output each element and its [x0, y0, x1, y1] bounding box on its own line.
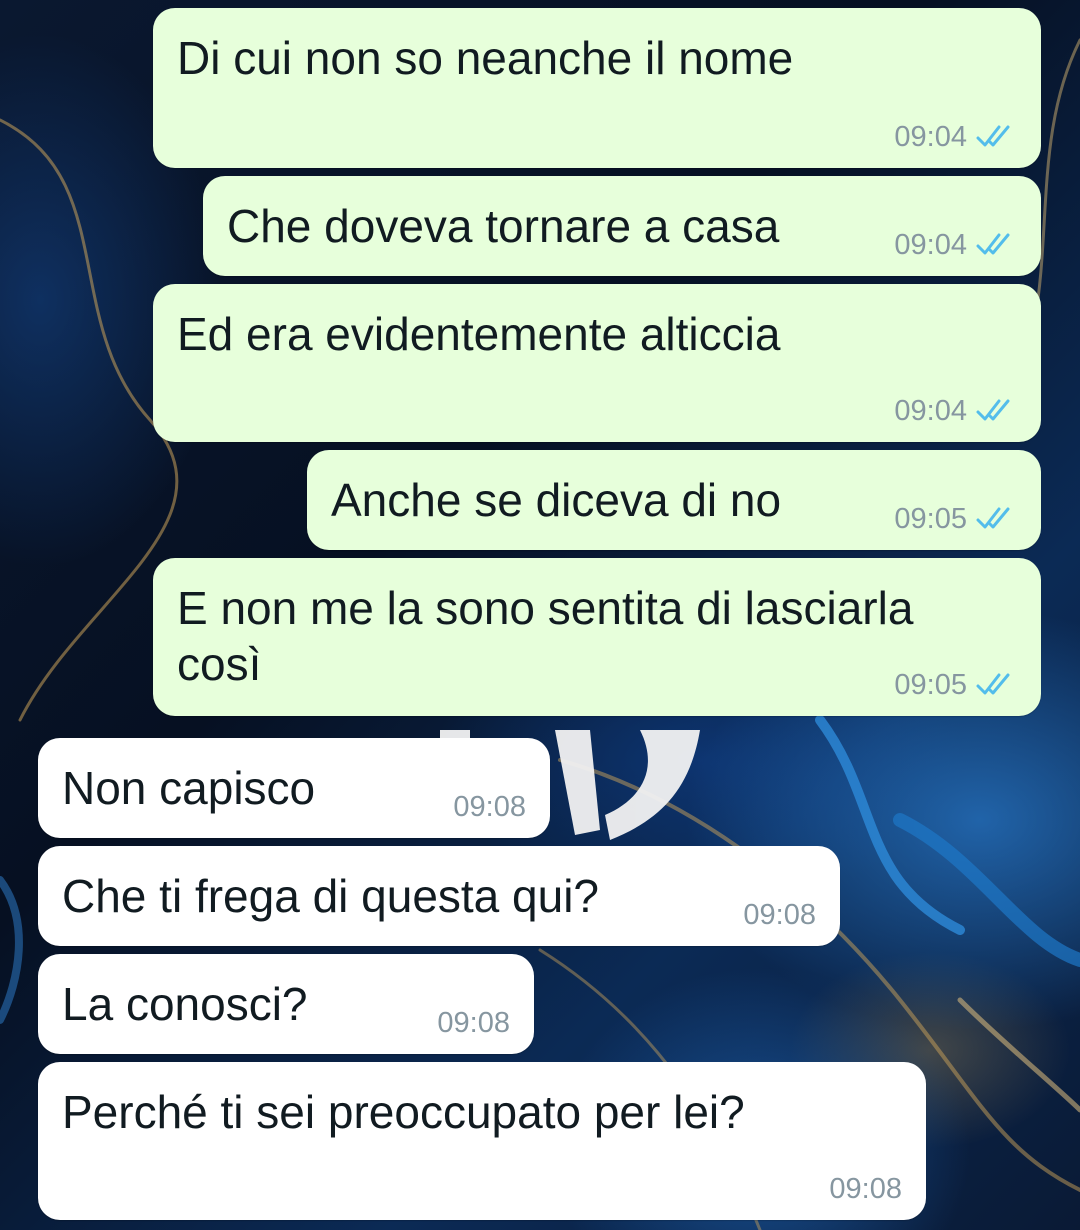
message-meta: 09:08	[743, 898, 816, 932]
double-check-icon	[976, 507, 1010, 529]
message-timestamp: 09:04	[894, 395, 967, 427]
message-meta: 09:08	[829, 1172, 902, 1206]
outgoing-message-bubble[interactable]: Anche se diceva di no 09:05	[307, 450, 1041, 550]
message-timestamp: 09:05	[894, 503, 967, 535]
outgoing-message-bubble[interactable]: Di cui non so neanche il nome 09:04	[153, 8, 1041, 168]
message-timestamp: 09:05	[894, 669, 967, 701]
incoming-message-bubble[interactable]: Non capisco 09:08	[38, 738, 550, 838]
message-text: La conosci?	[62, 978, 308, 1030]
message-text: Non capisco	[62, 762, 316, 814]
message-meta: 09:04	[894, 120, 1019, 154]
incoming-message-bubble[interactable]: Che ti frega di questa qui? 09:08	[38, 846, 840, 946]
message-meta: 09:04	[894, 228, 1019, 262]
message-text: Anche se diceva di no	[331, 474, 782, 526]
double-check-icon	[976, 233, 1010, 255]
message-text: Di cui non so neanche il nome	[177, 32, 794, 84]
message-timestamp: 09:04	[894, 229, 967, 261]
message-timestamp: 09:08	[829, 1173, 902, 1205]
incoming-message-bubble[interactable]: La conosci? 09:08	[38, 954, 534, 1054]
double-check-icon	[976, 399, 1010, 421]
outgoing-message-bubble[interactable]: Che doveva tornare a casa 09:04	[203, 176, 1041, 276]
message-text: Che doveva tornare a casa	[227, 200, 780, 252]
message-meta: 09:08	[453, 790, 526, 824]
incoming-message-bubble[interactable]: Perché ti sei preoccupato per lei? 09:08	[38, 1062, 926, 1220]
double-check-icon	[976, 125, 1010, 147]
message-meta: 09:05	[894, 502, 1019, 536]
message-meta: 09:04	[894, 394, 1019, 428]
message-text: Perché ti sei preoccupato per lei?	[62, 1086, 745, 1138]
outgoing-message-bubble[interactable]: Ed era evidentemente alticcia 09:04	[153, 284, 1041, 442]
outgoing-message-bubble[interactable]: E non me la sono sentita di lasciarla co…	[153, 558, 1041, 716]
message-text: Ed era evidentemente alticcia	[177, 308, 781, 360]
message-meta: 09:08	[437, 1006, 510, 1040]
message-timestamp: 09:08	[437, 1007, 510, 1039]
message-timestamp: 09:08	[743, 899, 816, 931]
message-text: Che ti frega di questa qui?	[62, 870, 600, 922]
message-text: E non me la sono sentita di lasciarla co…	[177, 582, 914, 690]
message-meta: 09:05	[894, 668, 1019, 702]
message-timestamp: 09:04	[894, 121, 967, 153]
double-check-icon	[976, 673, 1010, 695]
message-timestamp: 09:08	[453, 791, 526, 823]
